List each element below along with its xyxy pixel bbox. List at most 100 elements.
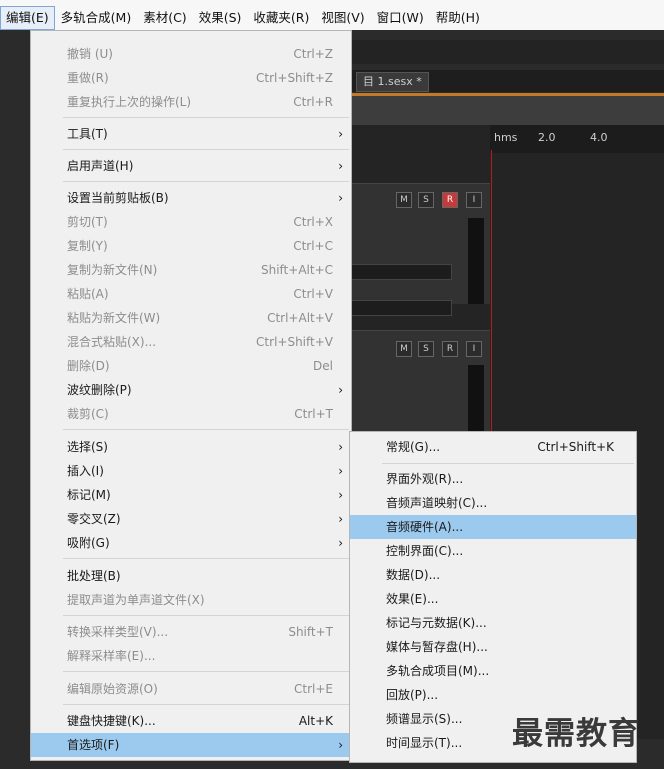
- editor-panel-header: [350, 96, 664, 128]
- menu-item-batch-process[interactable]: 批处理(B): [31, 564, 351, 588]
- menu-item-extract-mono[interactable]: 提取声道为单声道文件(X): [31, 588, 351, 612]
- menu-item-crop[interactable]: 裁剪(C) Ctrl+T: [31, 402, 351, 426]
- submenu-item-markers-metadata[interactable]: 标记与元数据(K)...: [350, 611, 636, 635]
- edit-menu: 撤销 (U) Ctrl+Z 重做(R) Ctrl+Shift+Z 重复执行上次的…: [30, 30, 352, 761]
- timeline-unit: hms: [494, 131, 518, 144]
- menu-item-edit-original[interactable]: 编辑原始资源(O) Ctrl+E: [31, 677, 351, 701]
- submenu-item-control-surface[interactable]: 控制界面(C)...: [350, 539, 636, 563]
- submenu-arrow-icon: ›: [338, 488, 343, 502]
- input-field[interactable]: [350, 264, 452, 280]
- submenu-item-effects[interactable]: 效果(E)...: [350, 587, 636, 611]
- submenu-arrow-icon: ›: [338, 127, 343, 141]
- menubar-item-effects[interactable]: 效果(S): [193, 6, 248, 30]
- track-header-1: M S R I: [350, 183, 490, 316]
- menu-separator: [63, 558, 349, 559]
- submenu-item-channel-mapping[interactable]: 音频声道映射(C)...: [350, 491, 636, 515]
- submenu-item-multitrack[interactable]: 多轨合成项目(M)...: [350, 659, 636, 683]
- menu-item-label: 粘贴(A): [67, 287, 109, 301]
- submenu-item-audio-hardware[interactable]: 音频硬件(A)...: [350, 515, 636, 539]
- menu-item-insert[interactable]: 插入(I) ›: [31, 459, 351, 483]
- menu-item-snapping[interactable]: 吸附(G) ›: [31, 531, 351, 555]
- menu-item-copy[interactable]: 复制(Y) Ctrl+C: [31, 234, 351, 258]
- menu-item-label: 剪切(T): [67, 215, 108, 229]
- menu-item-label: 零交叉(Z): [67, 512, 121, 526]
- menu-item-label: 多轨合成项目(M)...: [386, 664, 490, 678]
- menu-item-keyboard-shortcuts[interactable]: 键盘快捷键(K)... Alt+K: [31, 709, 351, 733]
- menu-item-redo[interactable]: 重做(R) Ctrl+Shift+Z: [31, 66, 351, 90]
- submenu-arrow-icon: ›: [338, 536, 343, 550]
- menubar-item-multitrack[interactable]: 多轨合成(M): [55, 6, 138, 30]
- menu-item-ripple-delete[interactable]: 波纹删除(P) ›: [31, 378, 351, 402]
- menu-separator: [382, 463, 634, 464]
- editor-tab-bar: 目 1.sesx *: [350, 70, 664, 92]
- menu-item-paste[interactable]: 粘贴(A) Ctrl+V: [31, 282, 351, 306]
- menu-item-zero-crossing[interactable]: 零交叉(Z) ›: [31, 507, 351, 531]
- menu-separator: [63, 704, 349, 705]
- timeline-tick-label: 2.0: [538, 131, 556, 144]
- menu-separator: [63, 149, 349, 150]
- submenu-arrow-icon: ›: [338, 464, 343, 478]
- submenu-item-media-disk-cache[interactable]: 媒体与暂存盘(H)...: [350, 635, 636, 659]
- menu-item-label: 混合式粘贴(X)...: [67, 335, 157, 349]
- submenu-item-playback[interactable]: 回放(P)...: [350, 683, 636, 707]
- menu-item-shortcut: Ctrl+V: [293, 287, 333, 301]
- menu-item-label: 界面外观(R)...: [386, 472, 464, 486]
- menu-item-shortcut: Ctrl+R: [293, 95, 333, 109]
- menu-item-convert-sample-type[interactable]: 转换采样类型(V)... Shift+T: [31, 620, 351, 644]
- menu-item-label: 提取声道为单声道文件(X): [67, 593, 205, 607]
- menubar-item-window[interactable]: 窗口(W): [371, 6, 430, 30]
- menu-item-paste-to-new[interactable]: 粘贴为新文件(W) Ctrl+Alt+V: [31, 306, 351, 330]
- menu-item-shortcut: Ctrl+Shift+Z: [256, 71, 333, 85]
- menubar-item-favorites[interactable]: 收藏夹(R): [247, 6, 315, 30]
- menu-item-label: 效果(E)...: [386, 592, 439, 606]
- menubar-item-view[interactable]: 视图(V): [315, 6, 370, 30]
- record-arm-button[interactable]: R: [442, 341, 458, 357]
- menu-item-label: 数据(D)...: [386, 568, 441, 582]
- menu-item-shortcut: Ctrl+X: [293, 215, 333, 229]
- menubar-item-clip[interactable]: 素材(C): [137, 6, 192, 30]
- submenu-item-data[interactable]: 数据(D)...: [350, 563, 636, 587]
- menubar-item-edit[interactable]: 编辑(E): [0, 6, 55, 30]
- menu-item-label: 批处理(B): [67, 569, 121, 583]
- menu-item-label: 音频硬件(A)...: [386, 520, 464, 534]
- menu-item-repeat-last[interactable]: 重复执行上次的操作(L) Ctrl+R: [31, 90, 351, 114]
- menu-item-interpret-sample-rate[interactable]: 解释采样率(E)...: [31, 644, 351, 668]
- menu-item-mix-paste[interactable]: 混合式粘贴(X)... Ctrl+Shift+V: [31, 330, 351, 354]
- mute-button[interactable]: M: [396, 341, 412, 357]
- menu-item-label: 标记与元数据(K)...: [386, 616, 487, 630]
- menu-item-label: 标记(M): [67, 488, 111, 502]
- menu-separator: [63, 615, 349, 616]
- menu-item-preferences[interactable]: 首选项(F) ›: [31, 733, 351, 757]
- menubar-item-help[interactable]: 帮助(H): [430, 6, 486, 30]
- solo-button[interactable]: S: [418, 192, 434, 208]
- menu-item-marker[interactable]: 标记(M) ›: [31, 483, 351, 507]
- solo-button[interactable]: S: [418, 341, 434, 357]
- menu-item-set-clipboard[interactable]: 设置当前剪贴板(B) ›: [31, 186, 351, 210]
- menu-item-enable-channels[interactable]: 启用声道(H) ›: [31, 154, 351, 178]
- menu-item-label: 撤销 (U): [67, 47, 113, 61]
- menu-item-cut[interactable]: 剪切(T) Ctrl+X: [31, 210, 351, 234]
- timeline-ruler[interactable]: hms 2.0 4.0: [490, 125, 664, 153]
- menu-item-shortcut: Del: [313, 359, 333, 373]
- session-tab[interactable]: 目 1.sesx *: [356, 72, 429, 92]
- timeline-tick-label: 4.0: [590, 131, 608, 144]
- menu-item-label: 设置当前剪贴板(B): [67, 191, 169, 205]
- record-arm-button[interactable]: R: [442, 192, 458, 208]
- menu-item-delete[interactable]: 删除(D) Del: [31, 354, 351, 378]
- menu-item-label: 吸附(G): [67, 536, 110, 550]
- input-monitor-button[interactable]: I: [466, 192, 482, 208]
- menu-item-label: 键盘快捷键(K)...: [67, 714, 156, 728]
- mute-button[interactable]: M: [396, 192, 412, 208]
- menu-item-tools[interactable]: 工具(T) ›: [31, 122, 351, 146]
- menu-item-undo[interactable]: 撤销 (U) Ctrl+Z: [31, 42, 351, 66]
- submenu-item-general[interactable]: 常规(G)... Ctrl+Shift+K: [350, 435, 636, 459]
- menu-item-label: 常规(G)...: [386, 440, 441, 454]
- menu-item-copy-to-new[interactable]: 复制为新文件(N) Shift+Alt+C: [31, 258, 351, 282]
- input-monitor-button[interactable]: I: [466, 341, 482, 357]
- menubar: 编辑(E) 多轨合成(M) 素材(C) 效果(S) 收藏夹(R) 视图(V) 窗…: [0, 0, 664, 30]
- output-field[interactable]: [350, 300, 452, 316]
- submenu-item-appearance[interactable]: 界面外观(R)...: [350, 467, 636, 491]
- menu-item-shortcut: Shift+T: [288, 625, 333, 639]
- menu-separator: [63, 117, 349, 118]
- menu-item-select[interactable]: 选择(S) ›: [31, 435, 351, 459]
